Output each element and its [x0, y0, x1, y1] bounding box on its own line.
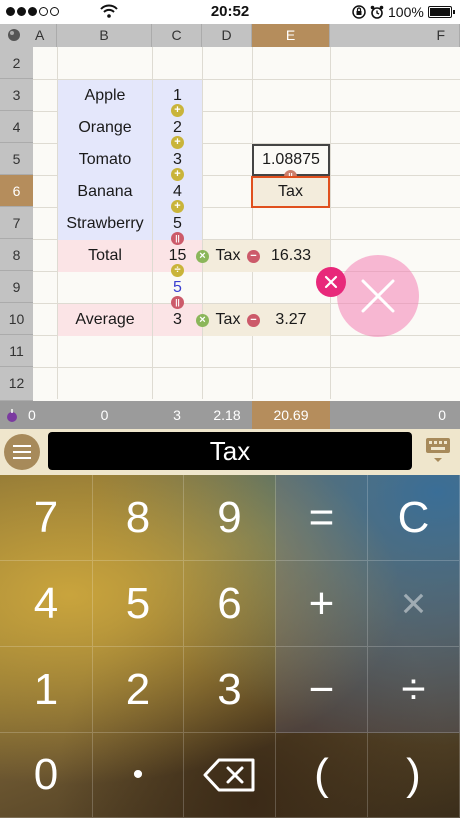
footer-sum-e: 20.69 — [252, 401, 330, 429]
sheet-corner[interactable] — [0, 24, 33, 47]
cell-d8[interactable]: Tax — [212, 240, 244, 272]
footer-sum-b: 0 — [57, 401, 152, 429]
row-header-8[interactable]: 8 — [0, 239, 33, 271]
close-icon — [361, 279, 395, 313]
key-minus[interactable]: − — [276, 647, 368, 733]
plus-operator-icon: + — [171, 168, 184, 181]
cell-b5[interactable]: Tomato — [58, 144, 152, 176]
cell-e10[interactable]: 3.27 — [262, 304, 320, 336]
divide-operator-icon: ÷ — [171, 264, 184, 277]
pause-operator-icon: || — [171, 232, 184, 245]
keypad: 7 8 9 = C 4 5 6 + × 1 2 3 − ÷ 0 • ⌫ ( ) — [0, 475, 460, 818]
cell-b4[interactable]: Orange — [58, 112, 152, 144]
status-bar: 20:52 100% — [0, 0, 460, 24]
key-divide[interactable]: ÷ — [368, 647, 460, 733]
battery-icon — [428, 6, 455, 18]
row-header-4[interactable]: 4 — [0, 111, 33, 143]
battery-percent: 100% — [388, 4, 424, 20]
plus-operator-icon: + — [171, 200, 184, 213]
footer-sum-d: 2.18 — [202, 401, 252, 429]
key-decimal[interactable]: • — [93, 733, 184, 818]
cell-b3[interactable]: Apple — [58, 80, 152, 112]
multiply-operator-icon: × — [196, 314, 209, 327]
key-backspace[interactable]: ⌫ — [184, 733, 276, 818]
key-8[interactable]: 8 — [93, 475, 184, 561]
key-6[interactable]: 6 — [184, 561, 276, 647]
key-multiply[interactable]: × — [368, 561, 460, 647]
footer-sum-f: 0 — [330, 401, 460, 429]
key-2[interactable]: 2 — [93, 647, 184, 733]
close-icon — [324, 275, 338, 289]
row-header-5[interactable]: 5 — [0, 143, 33, 175]
rotation-lock-icon — [352, 5, 366, 24]
keyboard-icon — [426, 438, 450, 462]
key-5[interactable]: 5 — [93, 561, 184, 647]
delete-drop-zone[interactable] — [337, 255, 419, 337]
key-equals[interactable]: = — [276, 475, 368, 561]
row-header-9[interactable]: 9 — [0, 271, 33, 303]
plus-operator-icon: + — [171, 136, 184, 149]
cell-e6[interactable]: Tax — [251, 176, 330, 208]
key-0[interactable]: 0 — [0, 733, 93, 818]
key-4[interactable]: 4 — [0, 561, 93, 647]
footer-sum-c: 3 — [152, 401, 202, 429]
pause-operator-icon: || — [171, 296, 184, 309]
minus-operator-icon: − — [247, 250, 260, 263]
row-header-3[interactable]: 3 — [0, 79, 33, 111]
key-clear[interactable]: C — [368, 475, 460, 561]
row-header-11[interactable]: 11 — [0, 335, 33, 367]
globe-icon — [8, 29, 20, 41]
formula-bar: Tax — [0, 429, 460, 475]
column-header-d[interactable]: D — [202, 24, 252, 47]
paint-icon[interactable] — [0, 401, 22, 429]
row-header-10[interactable]: 10 — [0, 303, 33, 335]
plus-operator-icon: + — [171, 104, 184, 117]
menu-button[interactable] — [4, 434, 40, 470]
cell-b10[interactable]: Average — [58, 304, 152, 336]
cell-b8[interactable]: Total — [58, 240, 152, 272]
key-9[interactable]: 9 — [184, 475, 276, 561]
cell-e8[interactable]: 16.33 — [262, 240, 320, 272]
column-header-f[interactable]: F — [330, 24, 460, 47]
alarm-icon — [370, 5, 384, 24]
row-header-6[interactable]: 6 — [0, 175, 33, 207]
multiply-operator-icon: × — [196, 250, 209, 263]
cell-b6[interactable]: Banana — [58, 176, 152, 208]
cell-d10[interactable]: Tax — [212, 304, 244, 336]
row-header-7[interactable]: 7 — [0, 207, 33, 239]
key-3[interactable]: 3 — [184, 647, 276, 733]
delete-cell-button[interactable] — [316, 267, 346, 297]
keyboard-button[interactable] — [424, 436, 452, 468]
key-open-paren[interactable]: ( — [276, 733, 368, 818]
minus-operator-icon: − — [247, 314, 260, 327]
key-close-paren[interactable]: ) — [368, 733, 460, 818]
cell-b7[interactable]: Strawberry — [58, 208, 152, 240]
column-header-c[interactable]: C — [152, 24, 202, 47]
row-header-12[interactable]: 12 — [0, 367, 33, 401]
column-header-e[interactable]: E — [252, 24, 330, 47]
spreadsheet[interactable]: A B C D E F 2 3 4 5 6 7 8 9 10 11 12 App… — [0, 24, 460, 429]
formula-display[interactable]: Tax — [48, 432, 412, 470]
key-plus[interactable]: + — [276, 561, 368, 647]
column-header-b[interactable]: B — [57, 24, 152, 47]
key-1[interactable]: 1 — [0, 647, 93, 733]
row-header-2[interactable]: 2 — [0, 47, 33, 79]
column-header-a[interactable]: A — [33, 24, 57, 47]
key-7[interactable]: 7 — [0, 475, 93, 561]
